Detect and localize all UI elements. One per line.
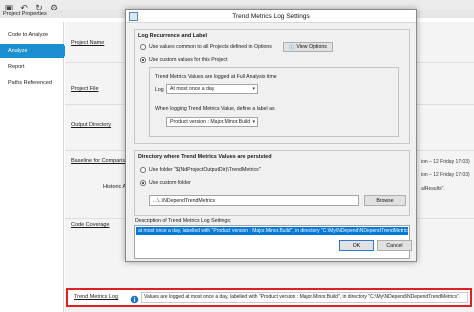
info-icon <box>130 295 139 304</box>
view-options-button[interactable]: ⓘ View Options <box>283 42 333 52</box>
log-recurrence-value: At most once a day <box>170 86 215 92</box>
log-recurrence-select[interactable]: At most once a day ▾ <box>166 84 258 94</box>
trend-metrics-log-value[interactable]: Values are logged at most once a day, la… <box>141 292 468 303</box>
cancel-button[interactable]: Cancel <box>377 240 412 251</box>
code-coverage-label: Code Coverage <box>71 222 110 228</box>
log-recurrence-title: Log Recurrence and Label <box>138 33 208 39</box>
log-label: Log <box>155 87 164 93</box>
output-directory-label: Output Directory <box>71 122 112 128</box>
directory-group: Directory where Trend Metrics Values are… <box>134 150 410 216</box>
description-label: Description of Trend Metrics Log Setting… <box>135 218 232 224</box>
dialog-titlebar: Trend Metrics Log Settings <box>126 10 416 23</box>
log-recurrence-group: Log Recurrence and Label Use values comm… <box>134 29 410 144</box>
nav-item-code-to-analyze[interactable]: Code to Analyze <box>0 28 64 42</box>
use-common-values-radio[interactable]: Use values common to all Projects define… <box>140 44 272 50</box>
nav-item-analyze[interactable]: Analyze <box>0 44 70 58</box>
baseline-value-2: ion – 12 Friday 17:03) <box>421 172 470 178</box>
label-select[interactable]: Product version : Major.Minor.Build ▾ <box>166 117 258 127</box>
radio-off-icon <box>140 167 146 173</box>
radio-off-icon <box>140 44 146 50</box>
description-text[interactable]: at most once a day, labelled with "Produ… <box>136 227 408 235</box>
info-icon: ⓘ <box>289 44 295 51</box>
project-file-label: Project File <box>71 86 99 92</box>
trend-metrics-log-settings-dialog: Trend Metrics Log Settings Log Recurrenc… <box>125 9 417 262</box>
chevron-down-icon: ▾ <box>252 119 255 125</box>
use-common-values-label: Use values common to all Projects define… <box>149 44 272 50</box>
trend-metrics-log-row: Trend Metrics Log Values are logged at m… <box>66 288 472 307</box>
logged-note: Trend Metrics Values are logged at Full … <box>155 74 277 80</box>
nav-item-paths-referenced[interactable]: Paths Referenced <box>0 76 64 90</box>
nav-item-report[interactable]: Report <box>0 60 64 74</box>
chevron-down-icon: ▾ <box>252 86 255 92</box>
baseline-label: Baseline for Comparison <box>71 158 132 164</box>
custom-values-frame: Trend Metrics Values are logged at Full … <box>149 67 399 137</box>
browse-button[interactable]: Browse <box>364 195 406 206</box>
radio-on-icon <box>140 180 146 186</box>
directory-title: Directory where Trend Metrics Values are… <box>138 154 272 160</box>
historic-label: Historic A <box>103 184 127 190</box>
use-custom-folder-radio[interactable]: Use custom folder <box>140 180 191 186</box>
use-folder-label: Use folder "$(NdProjectOutputDir)\TrendM… <box>149 167 261 173</box>
dialog-title: Trend Metrics Log Settings <box>232 13 310 20</box>
radio-on-icon <box>140 57 146 63</box>
left-nav: Code to Analyze Analyze Report Paths Ref… <box>0 22 70 312</box>
view-options-label: View Options <box>296 44 327 50</box>
project-name-label: Project Name <box>71 40 105 46</box>
use-custom-values-label: Use custom values for this Project <box>149 57 228 63</box>
custom-folder-path-input[interactable]: ...\..\NDependTrendMetrics <box>149 195 359 206</box>
trend-metrics-log-label[interactable]: Trend Metrics Log <box>74 294 118 300</box>
use-custom-values-radio[interactable]: Use custom values for this Project <box>140 57 227 63</box>
historic-value: alResults". <box>421 186 445 192</box>
label-note: When logging Trend Metrics Value, define… <box>155 106 275 112</box>
use-custom-folder-label: Use custom folder <box>149 180 191 186</box>
use-folder-radio[interactable]: Use folder "$(NdProjectOutputDir)\TrendM… <box>140 167 261 173</box>
baseline-value-1: ion – 12 Friday 17:03) <box>421 159 470 165</box>
ok-button[interactable]: OK <box>339 240 374 251</box>
label-value: Product version : Major.Minor.Build <box>170 119 251 125</box>
